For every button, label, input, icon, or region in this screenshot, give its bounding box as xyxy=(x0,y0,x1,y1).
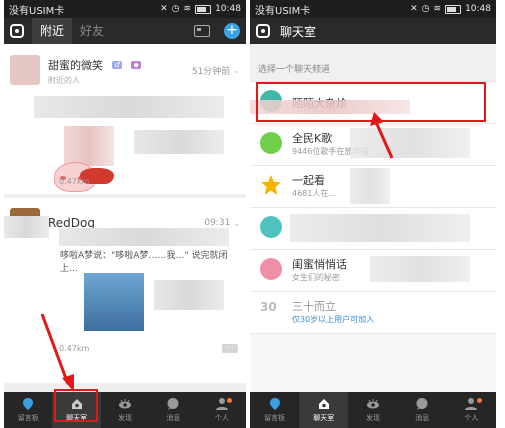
card-icon[interactable] xyxy=(194,25,210,37)
channel-icon xyxy=(260,216,282,238)
carrier-label: 没有USIM卡 xyxy=(255,5,311,17)
nav-label: 发现 xyxy=(366,414,380,422)
blurred-content xyxy=(34,96,224,118)
nav-discover[interactable]: 发现 xyxy=(101,392,149,428)
music-icon xyxy=(260,132,282,154)
chatroom-subtitle: 4681人在… xyxy=(292,189,337,198)
nav-discover[interactable]: 发现 xyxy=(348,392,397,428)
wifi-icon: ≋ xyxy=(433,4,442,14)
chatroom-subtitle: 仅30岁以上用户可加入 xyxy=(292,315,375,324)
notification-dot xyxy=(227,398,233,403)
mute-icon: ✕ xyxy=(160,4,168,14)
nav-profile[interactable]: 个人 xyxy=(198,392,246,428)
tab-nearby[interactable]: 附近 xyxy=(32,18,73,44)
blurred-content xyxy=(4,216,49,238)
chatroom-subtitle: 女生们的秘密 xyxy=(292,273,340,282)
post-image[interactable] xyxy=(84,273,144,331)
eye-icon xyxy=(367,399,379,409)
chevron-down-icon[interactable]: ⌄ xyxy=(233,219,240,228)
blurred-content xyxy=(134,130,224,154)
chatroom-name: 三十而立 xyxy=(292,300,336,313)
nav-profile[interactable]: 个人 xyxy=(447,392,496,428)
bottom-nav: 留言板 聊天室 发现 消息 个人 xyxy=(4,392,246,428)
nav-label: 个人 xyxy=(214,414,229,422)
blurred-content xyxy=(59,228,229,246)
star-icon xyxy=(261,175,281,195)
clock-time: 10:48 xyxy=(215,4,241,14)
chatroom-name: 闺蜜悄悄话 xyxy=(292,258,347,271)
post-subtitle: 附近的人 xyxy=(48,76,80,85)
chatroom-name: 一起看 xyxy=(292,174,325,187)
chatroom-item[interactable] xyxy=(250,208,496,250)
notification-dot xyxy=(477,398,483,403)
section-label: 选择一个聊天频道 xyxy=(250,44,496,82)
tab-friends[interactable]: 好友 xyxy=(72,18,112,44)
phone-chatroom: 没有USIM卡 ✕ ◷ ≋ 10:48 聊天室 选择一个聊天频道 陌陌大杂烩 全 xyxy=(250,0,496,428)
chevron-down-icon[interactable]: ⌄ xyxy=(233,66,240,75)
blurred-image xyxy=(64,126,114,166)
red-arrow-icon xyxy=(40,313,74,392)
post-author[interactable]: 甜蜜的微笑 xyxy=(48,59,103,72)
feed-post[interactable]: 甜蜜的微笑 ♂ ◆ 附近的人 51分钟前 ⌄ 0.47km xyxy=(4,44,246,194)
phone-nearby: 没有USIM卡 ✕ ◷ ≋ 10:48 附近 好友 + 甜蜜的微笑 ♂ ◆ 附近… xyxy=(4,0,246,428)
battery-icon xyxy=(195,4,212,14)
avatar[interactable] xyxy=(10,55,40,85)
nav-label: 消息 xyxy=(415,414,430,422)
chatroom-item[interactable]: 30 三十而立 仅30岁以上用户可加入 xyxy=(250,292,496,334)
mute-icon: ✕ xyxy=(410,4,418,14)
chatroom-item[interactable]: 闺蜜悄悄话 女生们的秘密 xyxy=(250,250,496,292)
wifi-icon: ≋ xyxy=(183,4,192,14)
blurred-content xyxy=(370,256,470,282)
nav-label: 发现 xyxy=(118,414,133,422)
alarm-icon: ◷ xyxy=(421,4,430,14)
nav-label: 聊天室 xyxy=(313,414,335,422)
blurred-content xyxy=(290,214,470,242)
clock-time: 10:48 xyxy=(465,4,491,14)
bottom-nav: 留言板 聊天室 发现 消息 个人 xyxy=(250,392,496,428)
carrier-label: 没有USIM卡 xyxy=(9,5,65,17)
chatroom-item[interactable]: 一起看 4681人在… xyxy=(250,166,496,208)
location-pin-icon xyxy=(269,398,280,410)
nav-message-board[interactable]: 留言板 xyxy=(250,392,299,428)
top-bar: 聊天室 xyxy=(250,18,496,44)
post-time: 09:31 xyxy=(204,218,231,228)
eye-icon xyxy=(119,399,132,409)
heart-icon xyxy=(260,258,282,280)
app-logo-icon[interactable] xyxy=(10,24,24,38)
thirty-icon: 30 xyxy=(260,300,277,314)
nav-chatroom[interactable]: 聊天室 xyxy=(299,392,349,428)
chat-bubble-icon xyxy=(416,398,428,410)
page-title: 聊天室 xyxy=(280,24,317,39)
red-arrow-icon xyxy=(370,112,394,159)
add-button[interactable]: + xyxy=(224,23,240,39)
nav-label: 留言板 xyxy=(264,414,286,422)
nav-label: 消息 xyxy=(166,414,181,422)
location-pin-icon xyxy=(23,398,34,410)
nav-label: 留言板 xyxy=(17,414,39,422)
post-time: 51分钟前 xyxy=(191,66,231,77)
post-distance: 0.47km xyxy=(59,177,90,186)
vip-badge: ◆ xyxy=(131,60,141,69)
more-icon[interactable]: ··· xyxy=(222,344,238,353)
alarm-icon: ◷ xyxy=(171,4,180,14)
battery-icon xyxy=(445,4,462,14)
blurred-content xyxy=(350,168,390,204)
nav-messages[interactable]: 消息 xyxy=(398,392,447,428)
blurred-content xyxy=(154,280,224,310)
top-bar: 附近 好友 + xyxy=(4,18,246,44)
screenshot-frame: 没有USIM卡 ✕ ◷ ≋ 10:48 附近 好友 + 甜蜜的微笑 ♂ ◆ 附近… xyxy=(0,0,505,428)
status-bar: 没有USIM卡 ✕ ◷ ≋ 10:48 xyxy=(4,0,246,18)
status-bar: 没有USIM卡 ✕ ◷ ≋ 10:48 xyxy=(250,0,496,18)
gender-age-badge: ♂ xyxy=(112,60,123,69)
chatroom-name: 全民K歌 xyxy=(292,132,333,145)
nav-messages[interactable]: 消息 xyxy=(149,392,197,428)
chat-bubble-icon xyxy=(167,398,179,410)
nav-message-board[interactable]: 留言板 xyxy=(4,392,52,428)
nav-label: 个人 xyxy=(464,414,479,422)
app-logo-icon[interactable] xyxy=(256,24,270,38)
home-chat-icon xyxy=(318,399,329,409)
